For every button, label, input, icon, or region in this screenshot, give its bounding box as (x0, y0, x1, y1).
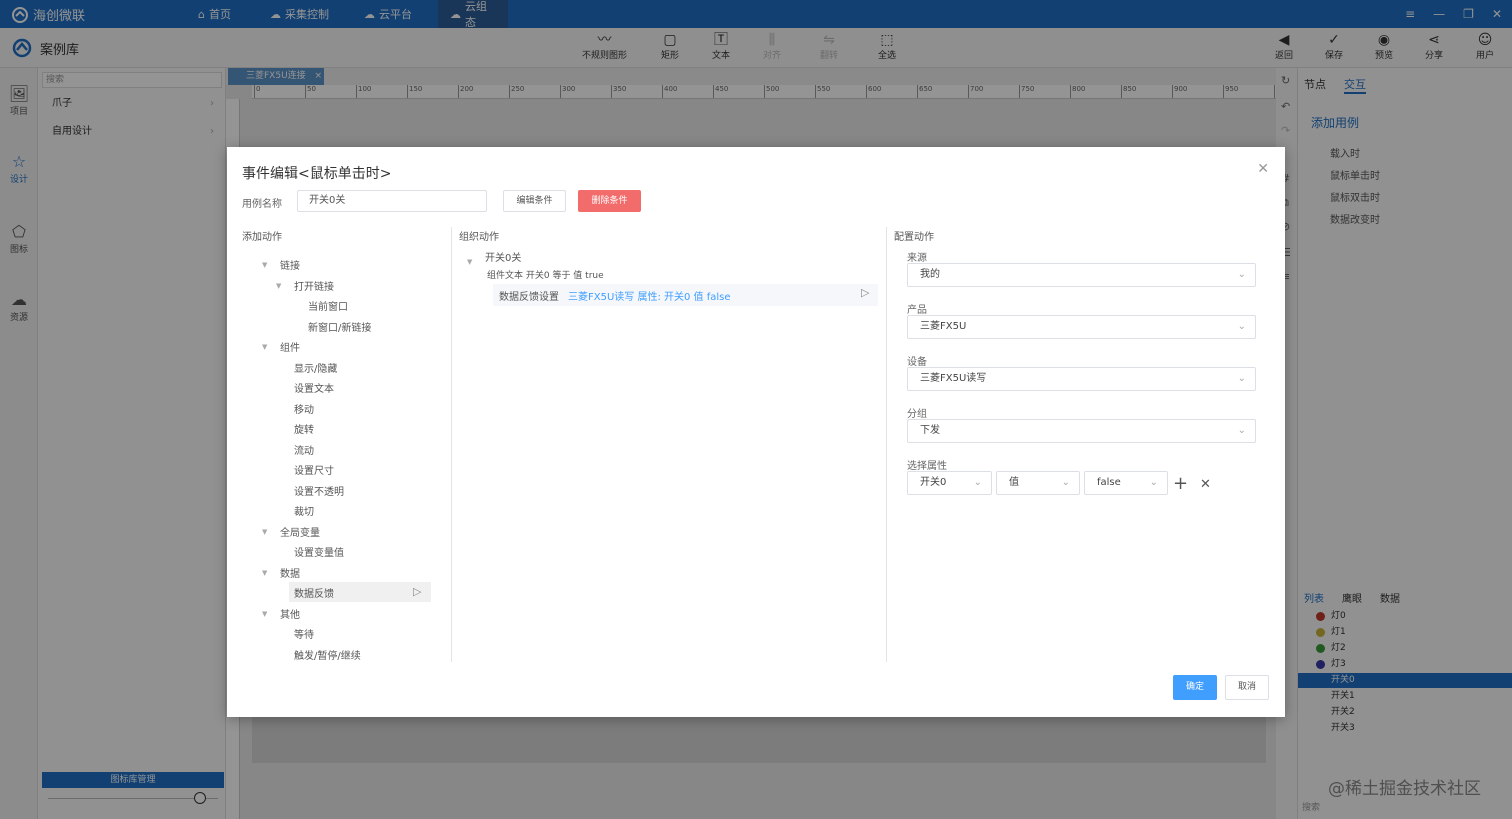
expand-icon[interactable]: ▼ (262, 569, 267, 577)
source-value: 我的 (920, 269, 940, 280)
organize-case-name[interactable]: 开关0关 (485, 249, 521, 264)
tree-item[interactable]: 其他 (280, 606, 300, 621)
remove-attribute-icon[interactable]: ✕ (1200, 477, 1211, 492)
add-attribute-icon[interactable]: + (1173, 473, 1188, 494)
group-value: 下发 (920, 425, 940, 436)
edit-condition-button[interactable]: 编辑条件 (503, 190, 566, 212)
group-select[interactable]: 下发 ⌄ (907, 419, 1256, 443)
operator-select[interactable]: 值 ⌄ (996, 471, 1080, 495)
tree-item[interactable]: 数据反馈 (294, 585, 334, 600)
tree-item[interactable]: 显示/隐藏 (294, 360, 337, 375)
tree-item[interactable]: 数据 (280, 565, 300, 580)
expand-icon[interactable]: ▼ (262, 528, 267, 536)
tree-item[interactable]: 触发/暂停/继续 (294, 647, 361, 662)
case-name-input[interactable]: 开关0关 (297, 190, 487, 212)
tree-item[interactable]: 全局变量 (280, 524, 320, 539)
play-icon[interactable]: ▷ (413, 585, 421, 598)
organize-action-heading: 组织动作 (459, 232, 499, 243)
source-label: 来源 (907, 253, 927, 264)
chevron-down-icon: ⌄ (1237, 321, 1246, 332)
expand-icon[interactable]: ▼ (467, 258, 472, 266)
tree-item[interactable]: 移动 (294, 401, 314, 416)
config-action-heading: 配置动作 (894, 232, 934, 243)
tree-item[interactable]: 流动 (294, 442, 314, 457)
chevron-down-icon: ⌄ (1061, 477, 1070, 488)
tree-item[interactable]: 组件 (280, 339, 300, 354)
organize-action-row[interactable]: 数据反馈设置 三菱FX5U读写 属性: 开关0 值 false ▷ (493, 284, 878, 306)
chevron-down-icon: ⌄ (973, 477, 982, 488)
chevron-down-icon: ⌄ (1237, 373, 1246, 384)
cancel-button[interactable]: 取消 (1225, 675, 1269, 700)
tree-item[interactable]: 旋转 (294, 421, 314, 436)
value-value: false (1097, 477, 1121, 488)
tree-item[interactable]: 等待 (294, 626, 314, 641)
chevron-down-icon: ⌄ (1237, 269, 1246, 280)
chevron-down-icon: ⌄ (1237, 425, 1246, 436)
device-select[interactable]: 三菱FX5U读写 ⌄ (907, 367, 1256, 391)
event-edit-dialog: 事件编辑<鼠标单击时> ✕ 用例名称 开关0关 编辑条件 删除条件 添加动作 ▼… (227, 147, 1285, 717)
product-label: 产品 (907, 305, 927, 316)
device-value: 三菱FX5U读写 (920, 373, 987, 384)
add-action-heading: 添加动作 (242, 232, 282, 243)
tree-item[interactable]: 打开链接 (294, 278, 334, 293)
product-select[interactable]: 三菱FX5U ⌄ (907, 315, 1256, 339)
action-detail: 三菱FX5U读写 属性: 开关0 值 false (568, 292, 731, 303)
close-icon[interactable]: ✕ (1257, 161, 1269, 177)
action-prefix: 数据反馈设置 (499, 292, 559, 303)
tree-item[interactable]: 链接 (280, 257, 300, 272)
device-label: 设备 (907, 357, 927, 368)
tree-item[interactable]: 设置尺寸 (294, 462, 334, 477)
group-label: 分组 (907, 409, 927, 420)
tree-item[interactable]: 当前窗口 (308, 298, 348, 313)
product-value: 三菱FX5U (920, 321, 967, 332)
play-icon[interactable]: ▷ (861, 286, 869, 299)
dialog-title: 事件编辑<鼠标单击时> (242, 166, 392, 182)
tree-item[interactable]: 设置不透明 (294, 483, 344, 498)
expand-icon[interactable]: ▼ (262, 343, 267, 351)
tree-item[interactable]: 设置文本 (294, 380, 334, 395)
attribute-select[interactable]: 开关0 ⌄ (907, 471, 992, 495)
organize-condition[interactable]: 组件文本 开关0 等于 值 true (487, 268, 604, 281)
column-divider (886, 227, 887, 662)
operator-value: 值 (1009, 477, 1019, 488)
chevron-down-icon: ⌄ (1149, 477, 1158, 488)
confirm-button[interactable]: 确定 (1173, 675, 1217, 700)
source-select[interactable]: 我的 ⌄ (907, 263, 1256, 287)
attribute-value: 开关0 (920, 477, 947, 488)
tree-item[interactable]: 新窗口/新链接 (308, 319, 371, 334)
tree-item[interactable]: 设置变量值 (294, 544, 344, 559)
value-select[interactable]: false ⌄ (1084, 471, 1168, 495)
case-name-label: 用例名称 (242, 199, 282, 210)
tree-item[interactable]: 裁切 (294, 503, 314, 518)
expand-icon[interactable]: ▼ (262, 610, 267, 618)
expand-icon[interactable]: ▼ (276, 282, 281, 290)
expand-icon[interactable]: ▼ (262, 261, 267, 269)
column-divider (451, 227, 452, 662)
attribute-label: 选择属性 (907, 461, 947, 472)
delete-condition-button[interactable]: 删除条件 (578, 190, 641, 212)
